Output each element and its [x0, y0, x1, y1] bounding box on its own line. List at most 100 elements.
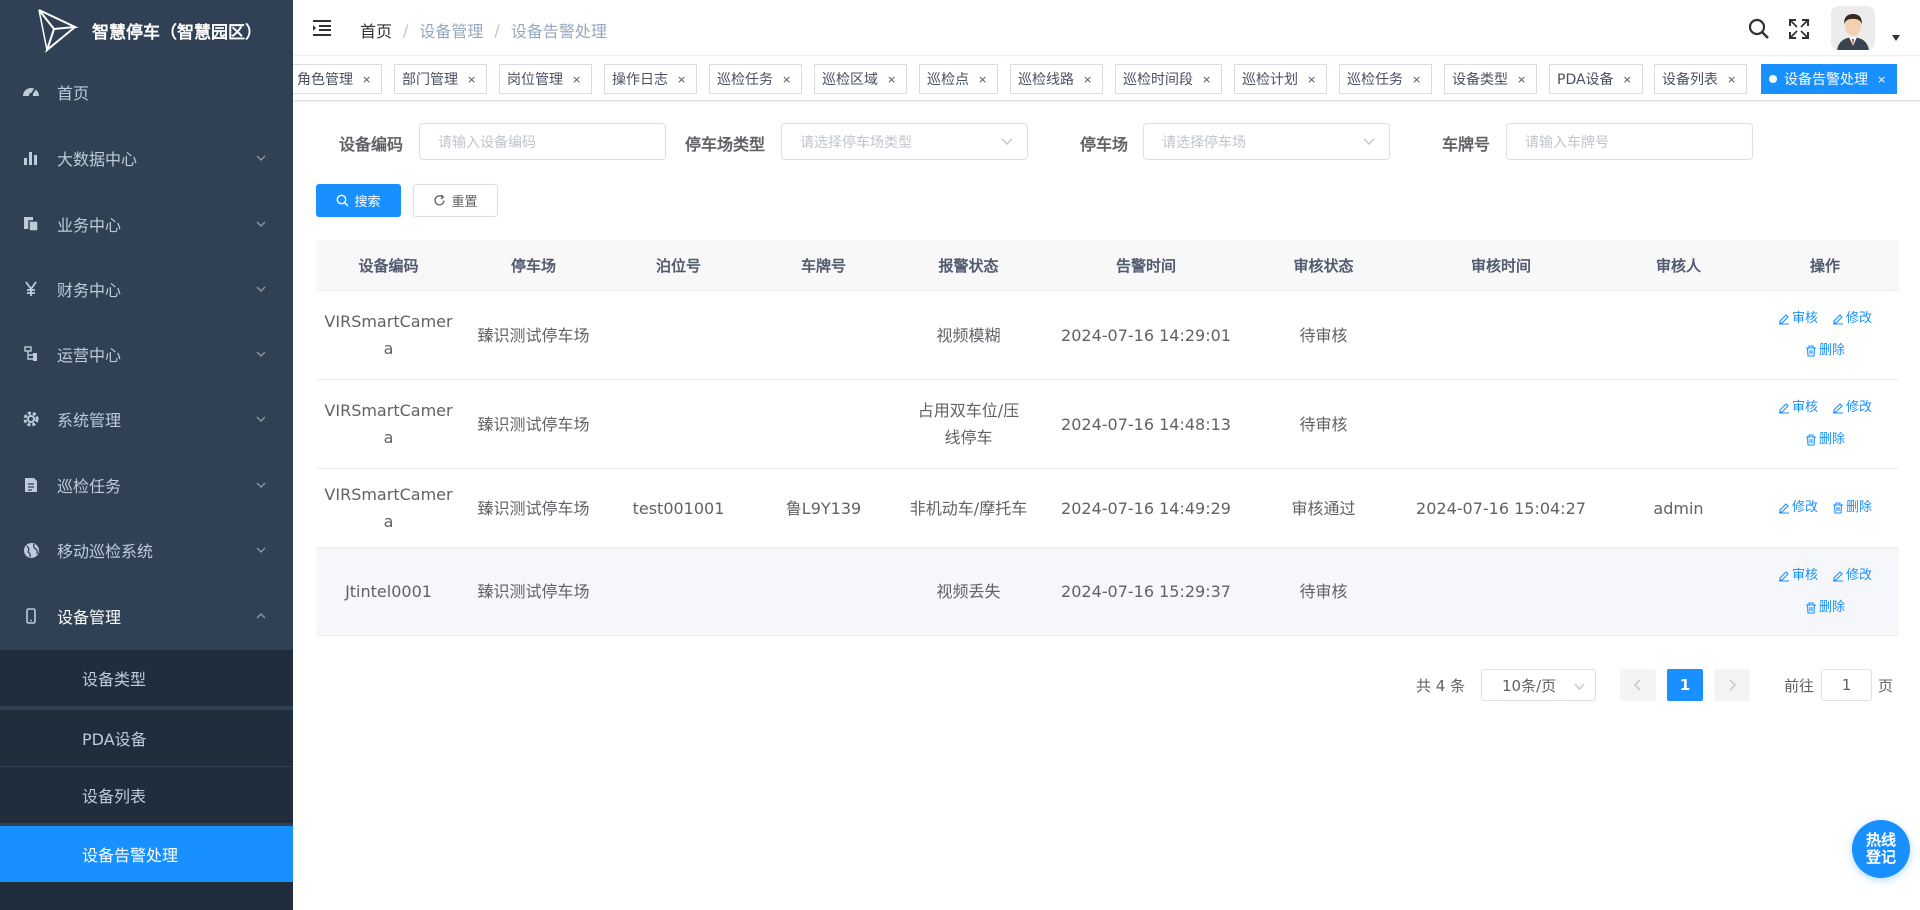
- chevron-down-icon: [256, 286, 266, 292]
- goto-page-input[interactable]: 1: [1821, 669, 1872, 701]
- sidebar-item-home[interactable]: 首页: [0, 65, 293, 119]
- close-icon[interactable]: ×: [677, 73, 686, 86]
- sidebar-item-operation[interactable]: 运营中心: [0, 327, 293, 381]
- hotline-register-button[interactable]: 热线登记: [1852, 820, 1910, 878]
- tag-label: PDA设备: [1557, 72, 1614, 88]
- close-icon[interactable]: ×: [1412, 73, 1421, 86]
- edit-button[interactable]: 修改: [1832, 565, 1872, 587]
- tag-inspection-point[interactable]: 巡检点 ×: [919, 64, 999, 94]
- tag-device-list[interactable]: 设备列表 ×: [1654, 64, 1748, 94]
- delete-button[interactable]: 删除: [1805, 429, 1845, 451]
- delete-button[interactable]: 删除: [1832, 497, 1872, 519]
- reset-button[interactable]: 重置: [413, 184, 498, 217]
- close-icon[interactable]: ×: [1517, 73, 1526, 86]
- cell-auditor: [1606, 291, 1751, 379]
- close-icon[interactable]: ×: [1727, 73, 1736, 86]
- audit-button[interactable]: 审核: [1778, 565, 1818, 587]
- audit-label: 审核: [1791, 311, 1818, 326]
- close-icon[interactable]: ×: [1083, 73, 1092, 86]
- tag-role-management[interactable]: 角色管理 ×: [293, 64, 383, 94]
- close-icon[interactable]: ×: [1623, 73, 1632, 86]
- delete-button[interactable]: 删除: [1805, 597, 1845, 619]
- edit-button[interactable]: 修改: [1778, 497, 1818, 519]
- tag-operation-log[interactable]: 操作日志 ×: [604, 64, 698, 94]
- delete-button[interactable]: 删除: [1805, 340, 1845, 362]
- page-size-value: 10条/页: [1502, 676, 1557, 695]
- edit-button[interactable]: 修改: [1832, 397, 1872, 419]
- close-icon[interactable]: ×: [978, 73, 987, 86]
- next-page-button[interactable]: [1714, 669, 1750, 701]
- lot-type-select[interactable]: 请选择停车场类型: [781, 123, 1028, 160]
- table-header-cell: 设备编码: [358, 257, 419, 275]
- cell-lot: 臻识测试停车场: [477, 498, 590, 518]
- cell-berth: test001001: [632, 498, 725, 518]
- caret-down-icon[interactable]: [1891, 34, 1901, 42]
- tag-inspection-route[interactable]: 巡检线路 ×: [1010, 64, 1104, 94]
- sidebar-item-business[interactable]: 业务中心: [0, 197, 293, 251]
- reset-button-label: 重置: [451, 195, 478, 210]
- tag-label: 巡检任务: [1347, 72, 1403, 88]
- hamburger-icon[interactable]: [311, 17, 333, 39]
- sidebar-item-label: 移动巡检系统: [57, 542, 154, 561]
- close-icon[interactable]: ×: [362, 73, 371, 86]
- close-icon[interactable]: ×: [572, 73, 581, 86]
- plate-input[interactable]: 请输入车牌号: [1506, 123, 1753, 160]
- lot-select[interactable]: 请选择停车场: [1143, 123, 1390, 160]
- chevron-down-icon: [256, 547, 266, 553]
- close-icon[interactable]: ×: [782, 73, 791, 86]
- tree-icon: [21, 344, 41, 364]
- tag-label: 设备类型: [1452, 72, 1508, 88]
- search-button-label: 搜索: [354, 195, 381, 210]
- sidebar-item-label: 系统管理: [57, 411, 122, 430]
- search-button[interactable]: 搜索: [316, 184, 401, 217]
- sidebar-item-system[interactable]: 系统管理: [0, 392, 293, 446]
- tag-inspection-plan[interactable]: 巡检计划 ×: [1234, 64, 1328, 94]
- table-header-cell: 告警时间: [1115, 257, 1176, 275]
- cell-berth: [606, 380, 751, 468]
- close-icon[interactable]: ×: [1877, 73, 1886, 86]
- close-icon[interactable]: ×: [1307, 73, 1316, 86]
- page-number-button[interactable]: 1: [1667, 669, 1703, 701]
- cell-lot: 臻识测试停车场: [477, 582, 590, 601]
- tag-pda-device[interactable]: PDA设备 ×: [1549, 64, 1643, 94]
- avatar[interactable]: [1831, 6, 1875, 50]
- table-header-cell: 操作: [1809, 257, 1840, 275]
- tag-device-type[interactable]: 设备类型 ×: [1444, 64, 1538, 94]
- audit-button[interactable]: 审核: [1778, 308, 1818, 330]
- sidebar-item-inspection[interactable]: 巡检任务: [0, 458, 293, 512]
- search-icon[interactable]: [1748, 18, 1770, 40]
- fullscreen-icon[interactable]: [1788, 18, 1810, 40]
- user-avatar-icon: [1831, 6, 1875, 50]
- edit-button[interactable]: 修改: [1832, 308, 1872, 330]
- page-size-select[interactable]: 10条/页: [1481, 669, 1596, 701]
- close-icon[interactable]: ×: [467, 73, 476, 86]
- tag-device-alarm[interactable]: 设备告警处理 ×: [1761, 64, 1898, 94]
- tag-inspection-task[interactable]: 巡检任务 ×: [709, 64, 803, 94]
- tag-inspection-timeslot[interactable]: 巡检时间段 ×: [1115, 64, 1223, 94]
- sidebar-item-device-management[interactable]: 设备管理: [0, 589, 293, 643]
- sidebar-subitem-device-list[interactable]: 设备列表: [0, 767, 293, 823]
- close-icon[interactable]: ×: [1202, 73, 1211, 86]
- app-logo[interactable]: 智慧停车（智慧园区）: [0, 0, 293, 60]
- edit-icon: [1778, 314, 1789, 325]
- close-icon[interactable]: ×: [887, 73, 896, 86]
- sidebar-subitem-device-alarm[interactable]: 设备告警处理: [0, 826, 293, 882]
- chevron-left-icon: [1634, 679, 1641, 691]
- tag-inspection-area[interactable]: 巡检区域 ×: [814, 64, 908, 94]
- sidebar-item-mobile-inspection[interactable]: 移动巡检系统: [0, 523, 293, 577]
- prev-page-button[interactable]: [1620, 669, 1656, 701]
- tag-post-management[interactable]: 岗位管理 ×: [499, 64, 593, 94]
- device-code-input[interactable]: 请输入设备编码: [419, 123, 666, 160]
- audit-button[interactable]: 审核: [1778, 397, 1818, 419]
- sidebar-subitem-device-type[interactable]: 设备类型: [0, 650, 293, 706]
- breadcrumb-home[interactable]: 首页: [360, 18, 392, 42]
- edit-icon: [1778, 403, 1789, 414]
- sidebar-item-finance[interactable]: 财务中心: [0, 262, 293, 316]
- cell-operations: 审核 修改 删除: [1751, 291, 1899, 379]
- sidebar-subitem-pda[interactable]: PDA设备: [0, 710, 293, 766]
- tag-department-management[interactable]: 部门管理 ×: [394, 64, 488, 94]
- top-navbar: 首页 / 设备管理 / 设备告警处理: [293, 0, 1920, 56]
- chevron-down-icon: [256, 482, 266, 488]
- sidebar-item-bigdata[interactable]: 大数据中心: [0, 131, 293, 185]
- tag-inspection-task-2[interactable]: 巡检任务 ×: [1339, 64, 1433, 94]
